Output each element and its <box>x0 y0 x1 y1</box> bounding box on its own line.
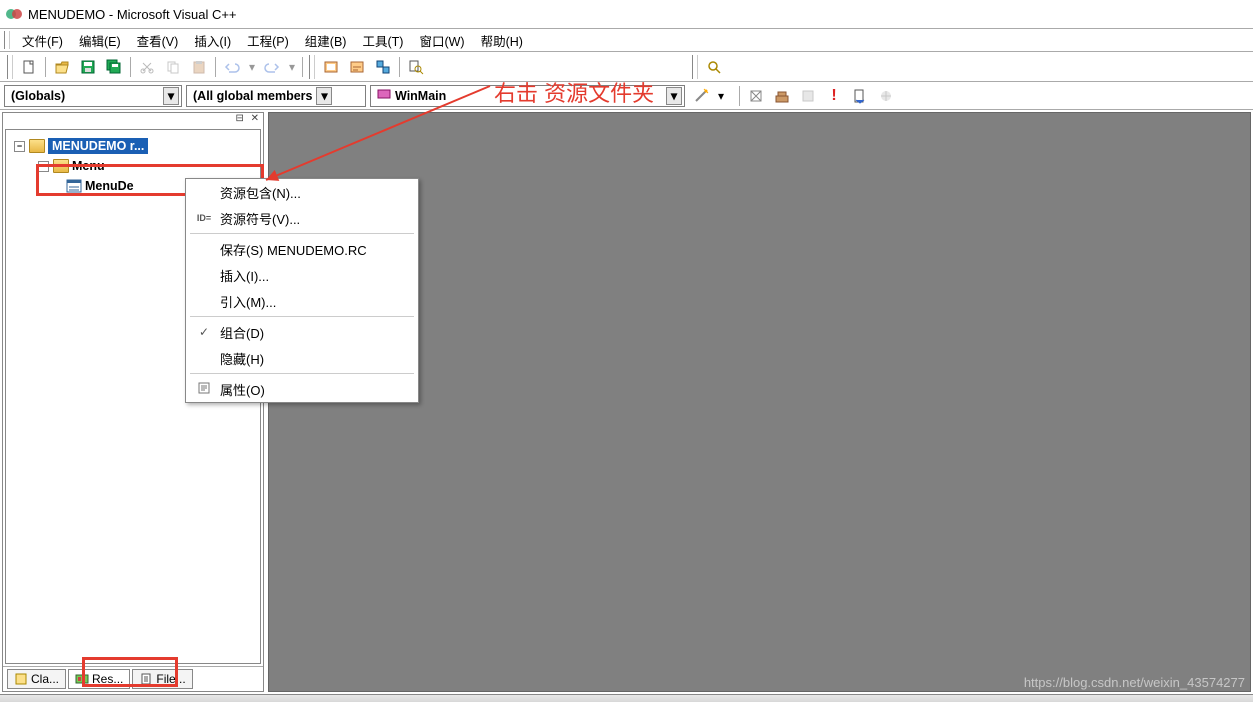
execute-button[interactable]: ! <box>822 84 846 108</box>
folder-icon <box>53 159 69 173</box>
tree-item-label[interactable]: MenuDe <box>85 179 134 193</box>
tree-menu-label[interactable]: Menu <box>72 159 105 173</box>
paste-button[interactable] <box>187 55 211 79</box>
folder-icon <box>29 139 45 153</box>
tb-grip-1[interactable] <box>7 55 13 79</box>
check-icon: ✓ <box>194 325 214 339</box>
menubar-grip[interactable] <box>4 31 10 49</box>
tb-grip-3[interactable] <box>692 55 698 79</box>
redo-dropdown[interactable]: ▾ <box>286 55 298 79</box>
annotation-text: 右击 资源文件夹 <box>494 76 654 108</box>
function-icon <box>377 87 391 104</box>
title-bar: MENUDEMO - Microsoft Visual C++ <box>0 0 1253 28</box>
ctx-properties[interactable]: 属性(O) <box>186 376 418 402</box>
stop-build-button[interactable] <box>796 84 820 108</box>
panel-close-bar: ⊟ ✕ <box>3 113 263 127</box>
workspace-tabs: Cla... Res... File... <box>3 666 263 691</box>
menu-edit[interactable]: 编辑(E) <box>71 29 129 52</box>
find-in-files-button[interactable] <box>404 55 428 79</box>
output-button[interactable] <box>345 55 369 79</box>
status-bar <box>0 694 1253 702</box>
app-logo-icon <box>6 6 22 22</box>
menu-project[interactable]: 工程(P) <box>239 29 297 52</box>
ctx-import[interactable]: 引入(M)... <box>186 288 418 314</box>
members-combo[interactable]: (All global members ▾ <box>186 85 366 107</box>
ctx-separator <box>190 373 414 374</box>
watermark-text: https://blog.csdn.net/weixin_43574277 <box>1024 675 1245 690</box>
compile-button[interactable] <box>744 84 768 108</box>
new-file-button[interactable] <box>17 55 41 79</box>
tb-grip-2[interactable] <box>309 55 315 79</box>
scope-dropdown-icon[interactable]: ▾ <box>163 87 179 105</box>
ctx-separator <box>190 316 414 317</box>
menu-file[interactable]: 文件(F) <box>14 29 71 52</box>
menu-build[interactable]: 组建(B) <box>297 29 355 52</box>
function-value: WinMain <box>395 89 446 103</box>
tab-fileview[interactable]: File... <box>132 669 192 689</box>
ctx-insert[interactable]: 插入(I)... <box>186 262 418 288</box>
tree-toggle-root[interactable]: − <box>14 141 25 152</box>
scope-value: (Globals) <box>11 89 65 103</box>
wizard-button[interactable] <box>689 84 713 108</box>
ctx-hide[interactable]: 隐藏(H) <box>186 345 418 371</box>
redo-button[interactable] <box>260 55 284 79</box>
menu-insert[interactable]: 插入(I) <box>186 29 239 52</box>
find-button[interactable] <box>702 55 726 79</box>
undo-dropdown[interactable]: ▾ <box>246 55 258 79</box>
scope-combo[interactable]: (Globals) ▾ <box>4 85 182 107</box>
wizard-dropdown[interactable]: ▾ <box>715 84 727 108</box>
menu-resource-icon <box>66 179 82 193</box>
members-value: (All global members <box>193 89 312 103</box>
breakpoint-button[interactable] <box>874 84 898 108</box>
save-all-button[interactable] <box>102 55 126 79</box>
workspace-button[interactable] <box>319 55 343 79</box>
ctx-resource-includes[interactable]: 资源包含(N)... <box>186 179 418 205</box>
go-button[interactable] <box>848 84 872 108</box>
menu-window[interactable]: 窗口(W) <box>411 29 472 52</box>
panel-undock-icon[interactable]: ⊟ <box>235 113 243 124</box>
ctx-group[interactable]: ✓ 组合(D) <box>186 319 418 345</box>
ctx-separator <box>190 233 414 234</box>
ctx-resource-symbols[interactable]: ID= 资源符号(V)... <box>186 205 418 231</box>
window-title: MENUDEMO - Microsoft Visual C++ <box>28 7 237 22</box>
menu-tools[interactable]: 工具(T) <box>354 29 411 52</box>
classview-icon <box>14 672 28 686</box>
fileview-icon <box>139 672 153 686</box>
ctx-save[interactable]: 保存(S) MENUDEMO.RC <box>186 236 418 262</box>
properties-icon <box>194 381 214 398</box>
tree-toggle-menu[interactable]: − <box>38 161 49 172</box>
panel-close-icon[interactable]: ✕ <box>251 113 259 124</box>
menu-help[interactable]: 帮助(H) <box>473 29 531 52</box>
tree-root-label[interactable]: MENUDEMO r... <box>48 138 148 154</box>
id-icon: ID= <box>194 213 214 223</box>
copy-button[interactable] <box>161 55 185 79</box>
members-dropdown-icon[interactable]: ▾ <box>316 87 332 105</box>
build-button[interactable] <box>770 84 794 108</box>
menu-bar: 文件(F) 编辑(E) 查看(V) 插入(I) 工程(P) 组建(B) 工具(T… <box>0 28 1253 52</box>
save-button[interactable] <box>76 55 100 79</box>
window-list-button[interactable] <box>371 55 395 79</box>
undo-button[interactable] <box>220 55 244 79</box>
tab-classview[interactable]: Cla... <box>7 669 66 689</box>
resourceview-icon <box>75 672 89 686</box>
cut-button[interactable] <box>135 55 159 79</box>
menu-view[interactable]: 查看(V) <box>129 29 187 52</box>
open-button[interactable] <box>50 55 74 79</box>
function-dropdown-icon[interactable]: ▾ <box>666 87 682 105</box>
tab-resourceview[interactable]: Res... <box>68 669 130 689</box>
context-menu: 资源包含(N)... ID= 资源符号(V)... 保存(S) MENUDEMO… <box>185 178 419 403</box>
